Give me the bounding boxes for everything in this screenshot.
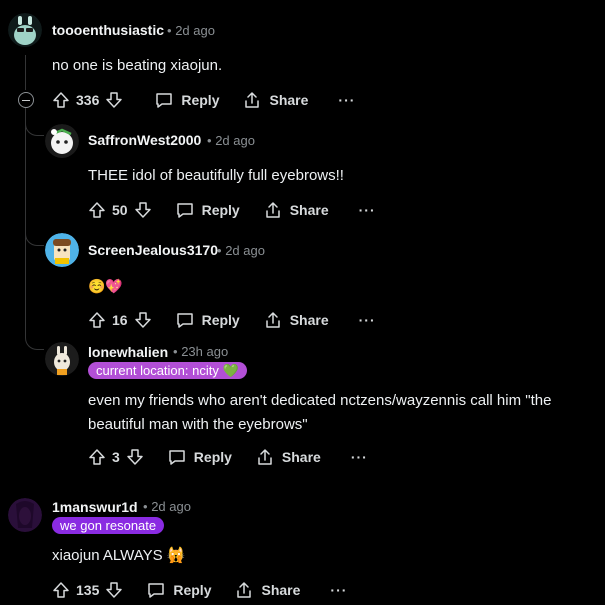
comment-timestamp: • 23h ago (173, 344, 229, 359)
share-label: Share (289, 202, 329, 218)
upvote-icon[interactable] (52, 581, 70, 599)
comment-timestamp: • 2d ago (207, 133, 255, 148)
vote-count: 3 (112, 449, 120, 465)
avatar[interactable] (45, 233, 79, 267)
comment-body-line: beautiful man with the eyebrows" (88, 416, 308, 433)
vote-count: 50 (112, 202, 128, 218)
comment-timestamp: • 2d ago (143, 499, 191, 514)
comment-icon (168, 448, 186, 466)
comment-body-line: even my friends who aren't dedicated nct… (88, 392, 552, 409)
reply-button[interactable]: Reply (176, 201, 240, 219)
thread-connector (25, 121, 44, 136)
avatar[interactable] (45, 124, 79, 158)
share-icon (256, 448, 274, 466)
share-icon (243, 91, 261, 109)
reply-label: Reply (201, 202, 240, 218)
reply-label: Reply (173, 582, 212, 598)
share-button[interactable]: Share (264, 201, 329, 219)
more-options-button[interactable]: ··· (351, 449, 368, 465)
user-flair: current location: ncity 💚 (88, 362, 247, 379)
comment-body: xiaojun ALWAYS 🙀 (52, 547, 186, 564)
comment-username[interactable]: ScreenJealous3170 (88, 242, 218, 258)
vote-count: 336 (76, 92, 100, 108)
share-icon (264, 311, 282, 329)
user-flair: we gon resonate (52, 517, 165, 534)
share-icon (264, 201, 282, 219)
reply-button[interactable]: Reply (147, 581, 211, 599)
thread-connector (25, 335, 44, 350)
vote-count: 16 (112, 312, 128, 328)
avatar[interactable] (8, 13, 42, 47)
thread-line-main (25, 55, 26, 90)
avatar[interactable] (45, 342, 79, 376)
comment-body: even my friends who aren't dedicated nct… (88, 389, 598, 437)
comment-body: THEE idol of beautifully full eyebrows!! (88, 167, 344, 184)
reply-label: Reply (201, 312, 240, 328)
downvote-icon[interactable] (134, 201, 152, 219)
thread-line-replies (25, 108, 26, 335)
comment-icon (147, 581, 165, 599)
downvote-icon[interactable] (126, 448, 144, 466)
share-button[interactable]: Share (256, 448, 321, 466)
share-label: Share (289, 312, 329, 328)
downvote-icon[interactable] (105, 91, 123, 109)
reply-label: Reply (181, 92, 220, 108)
comment-actions: 50 Reply Share ··· (88, 200, 376, 220)
comment-actions: 3 Reply Share ··· (88, 447, 368, 467)
share-label: Share (281, 449, 321, 465)
more-options-button[interactable]: ··· (359, 202, 376, 218)
comment-username[interactable]: toooenthusiastic (52, 22, 164, 38)
comment-body: ☺️💖 (88, 278, 123, 294)
share-label: Share (261, 582, 301, 598)
share-label: Share (269, 92, 309, 108)
share-icon (235, 581, 253, 599)
comment-username[interactable]: 1manswur1d (52, 499, 138, 515)
share-button[interactable]: Share (235, 581, 300, 599)
share-button[interactable]: Share (264, 311, 329, 329)
thread-connector (25, 231, 44, 246)
comment-icon (176, 311, 194, 329)
avatar[interactable] (8, 498, 42, 532)
comment-username[interactable]: SaffronWest2000 (88, 132, 201, 148)
reply-button[interactable]: Reply (176, 311, 240, 329)
vote-count: 135 (76, 582, 100, 598)
upvote-icon[interactable] (52, 91, 70, 109)
collapse-thread-button[interactable] (18, 92, 34, 108)
upvote-icon[interactable] (88, 448, 106, 466)
downvote-icon[interactable] (134, 311, 152, 329)
comment-actions: 16 Reply Share ··· (88, 310, 376, 330)
upvote-icon[interactable] (88, 311, 106, 329)
comment-timestamp: • 2d ago (217, 243, 265, 258)
comment-actions: 336 Reply Share ··· (52, 90, 355, 110)
comment-icon (176, 201, 194, 219)
reply-label: Reply (193, 449, 232, 465)
reply-button[interactable]: Reply (168, 448, 232, 466)
comment-body: no one is beating xiaojun. (52, 57, 223, 74)
upvote-icon[interactable] (88, 201, 106, 219)
more-options-button[interactable]: ··· (338, 92, 355, 108)
more-options-button[interactable]: ··· (330, 582, 347, 598)
more-options-button[interactable]: ··· (359, 312, 376, 328)
downvote-icon[interactable] (105, 581, 123, 599)
reply-button[interactable]: Reply (155, 91, 219, 109)
comment-timestamp: • 2d ago (167, 23, 215, 38)
comment-username[interactable]: lonewhalien (88, 344, 168, 360)
comment-icon (155, 91, 173, 109)
share-button[interactable]: Share (243, 91, 308, 109)
comment-actions: 135 Reply Share ··· (52, 580, 347, 600)
